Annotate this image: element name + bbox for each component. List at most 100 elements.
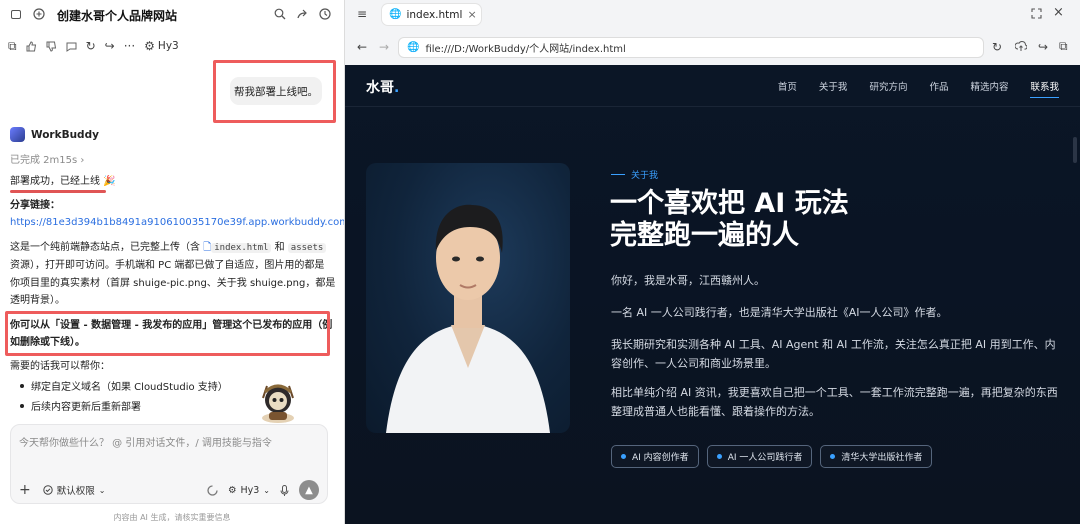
composer-toolbar: + 默认权限 ⌄ ⚙ Hy3 ⌄ ▲ (19, 480, 319, 500)
code-assets: assets (287, 243, 327, 253)
globe-icon: 🌐 (407, 42, 420, 53)
description-line-4: 透明背景）。 (10, 295, 65, 306)
highlight-box-user-message (213, 60, 336, 123)
quote-icon[interactable] (66, 41, 77, 52)
tag-chip: AI 一人公司践行者 (706, 445, 813, 468)
maximize-icon[interactable] (1031, 8, 1042, 19)
copy-icon[interactable]: ⧉ (8, 40, 17, 52)
upload-icon[interactable] (1015, 40, 1027, 52)
description-line-2: 资源），打开即可访问。手机端和 PC 端都已做了自适应，图片用的都是 (10, 260, 325, 271)
forward-arrow-icon[interactable]: → (379, 41, 389, 53)
nav-about[interactable]: 关于我 (819, 79, 848, 98)
assistant-avatar (10, 127, 25, 142)
description-text-1: 这是一个纯前端静态站点，已完整上传（含 (10, 242, 200, 253)
new-chat-icon[interactable] (33, 8, 45, 20)
deploy-success-text: 部署成功，已经上线 🎉 (10, 176, 116, 187)
mascot-robot-image (262, 384, 294, 423)
site-logo[interactable]: 水哥. (366, 77, 399, 97)
tag-chip: AI 内容创作者 (611, 445, 699, 468)
thumbs-up-icon[interactable] (26, 40, 37, 52)
model-name: Hy3 (157, 40, 179, 52)
forward-icon[interactable]: ↪ (105, 40, 115, 52)
completion-status[interactable]: 已完成 2m15s › (10, 151, 84, 166)
loading-spinner-icon (207, 484, 218, 496)
list-item-text: 绑定自定义域名（如果 CloudStudio 支持） (31, 382, 228, 393)
menu-icon[interactable]: ≡ (357, 8, 367, 20)
chevron-right-icon: › (80, 155, 85, 166)
share-link-label: 分享链接： (10, 200, 60, 211)
composer-input[interactable]: 今天帮你做些什么？ @ 引用对话文件，/ 调用技能与指令 (19, 434, 272, 449)
message-action-row: ⧉ ↻ ↪ ··· ⚙ Hy3 (8, 40, 179, 52)
site-menu: 首页 关于我 研究方向 作品 精选内容 联系我 (778, 79, 1059, 98)
address-url[interactable]: file:///D:/WorkBuddy/个人网站/index.html (425, 40, 625, 55)
thumbs-down-icon[interactable] (46, 41, 57, 52)
regenerate-icon[interactable]: ↻ (86, 40, 96, 52)
about-heading: 一个喜欢把 AI 玩法 完整跑一遍的人 (610, 188, 910, 252)
about-paragraph-2: 一名 AI 一人公司践行者，也是清华大学出版社《AI一人公司》作者。 (611, 306, 948, 319)
assistant-name: WorkBuddy (31, 128, 99, 141)
nav-contact[interactable]: 联系我 (1030, 79, 1059, 98)
eyebrow-text: 关于我 (631, 171, 659, 181)
help-intro: 需要的话我可以帮你： (10, 361, 110, 372)
close-tab-icon[interactable]: × (467, 8, 476, 21)
history-icon[interactable] (319, 8, 331, 20)
share-link-url[interactable]: https://81e3d394b1b8491a910610035170e39f… (10, 215, 344, 231)
nav-research[interactable]: 研究方向 (869, 79, 907, 98)
about-paragraph-1: 你好，我是水哥，江西赣州人。 (611, 274, 765, 287)
copy-icon[interactable]: ⧉ (1059, 40, 1068, 52)
tag-chips: AI 内容创作者 AI 一人公司践行者 清华大学出版社作者 (611, 445, 933, 468)
browser-tab-bar: ≡ 🌐 index.html × × (345, 0, 1080, 30)
tab-title: index.html (406, 8, 463, 21)
browser-pane: ≡ 🌐 index.html × × ← → 🌐 file:///D:/Work… (344, 0, 1080, 524)
list-item: 后续内容更新后重新部署 (20, 398, 141, 413)
conversation-title: 创建水哥个人品牌网站 (57, 9, 178, 23)
website-viewport: 水哥. 首页 关于我 研究方向 作品 精选内容 联系我 关于我 一个喜欢把 AI… (345, 65, 1080, 524)
composer[interactable]: 今天帮你做些什么？ @ 引用对话文件，/ 调用技能与指令 + 默认权限 ⌄ ⚙ … (10, 424, 328, 504)
heading-line-1: 一个喜欢把 AI 玩法 (610, 188, 849, 219)
address-bar[interactable]: 🌐 file:///D:/WorkBuddy/个人网站/index.html (398, 37, 984, 58)
completion-text: 已完成 2m15s (10, 155, 78, 166)
browser-tab[interactable]: 🌐 index.html × (382, 4, 481, 25)
share-icon[interactable] (296, 8, 308, 20)
send-button[interactable]: ▲ (299, 480, 319, 500)
about-paragraph-4: 相比单纯介绍 AI 资讯，我更喜欢自己把一个工具、一套工作流完整跑一遍，再把复杂… (611, 386, 1058, 418)
nav-home[interactable]: 首页 (778, 79, 797, 98)
browser-nav-bar: ← → 🌐 file:///D:/WorkBuddy/个人网站/index.ht… (345, 34, 1080, 62)
more-icon[interactable]: ··· (124, 40, 135, 52)
model-selector[interactable]: ⚙ Hy3 ⌄ (228, 485, 270, 496)
close-panel-icon[interactable]: × (1053, 6, 1064, 19)
highlight-box-manage (5, 311, 330, 356)
site-nav: 水哥. 首页 关于我 研究方向 作品 精选内容 联系我 (345, 65, 1080, 107)
tag-chip-label: 清华大学出版社作者 (841, 453, 923, 463)
scrollbar-thumb[interactable] (1073, 137, 1077, 163)
heading-line-2: 完整跑一遍的人 (610, 220, 799, 251)
share-icon[interactable]: ↪ (1038, 41, 1048, 53)
model-label: ⚙ Hy3 (144, 40, 179, 52)
section-eyebrow: 关于我 (611, 168, 658, 181)
logo-text: 水哥 (366, 80, 394, 96)
add-icon[interactable]: + (19, 483, 31, 497)
model-selector-label: Hy3 (240, 484, 260, 496)
description-and: 和 (274, 242, 285, 253)
logo-dot: . (394, 80, 400, 96)
ai-disclaimer: 内容由 AI 生成，请核实重要信息 (113, 513, 231, 522)
chevron-down-icon: ⌄ (263, 485, 270, 495)
reload-icon[interactable]: ↻ (992, 41, 1002, 53)
nav-works[interactable]: 作品 (929, 79, 948, 98)
assistant-header: WorkBuddy (10, 127, 99, 142)
model-logo-icon: ⚙ (144, 39, 155, 53)
sidebar-toggle-icon[interactable] (11, 10, 21, 19)
list-item-text: 后续内容更新后重新部署 (31, 402, 141, 413)
description-line-3: 你项目里的真实素材（首屏 shuige-pic.png、关于我 shuige.p… (10, 278, 336, 289)
search-icon[interactable] (274, 8, 286, 20)
microphone-icon[interactable] (280, 484, 289, 496)
tag-chip: 清华大学出版社作者 (820, 445, 933, 468)
arrow-up-icon: ▲ (305, 484, 313, 496)
nav-featured[interactable]: 精选内容 (970, 79, 1008, 98)
permission-dropdown[interactable]: 默认权限 ⌄ (43, 483, 105, 497)
tag-chip-label: AI 一人公司践行者 (727, 453, 803, 463)
back-arrow-icon[interactable]: ← (357, 41, 367, 53)
shield-check-icon (43, 485, 53, 495)
highlight-underline (10, 190, 106, 193)
model-logo-icon: ⚙ (227, 484, 237, 496)
